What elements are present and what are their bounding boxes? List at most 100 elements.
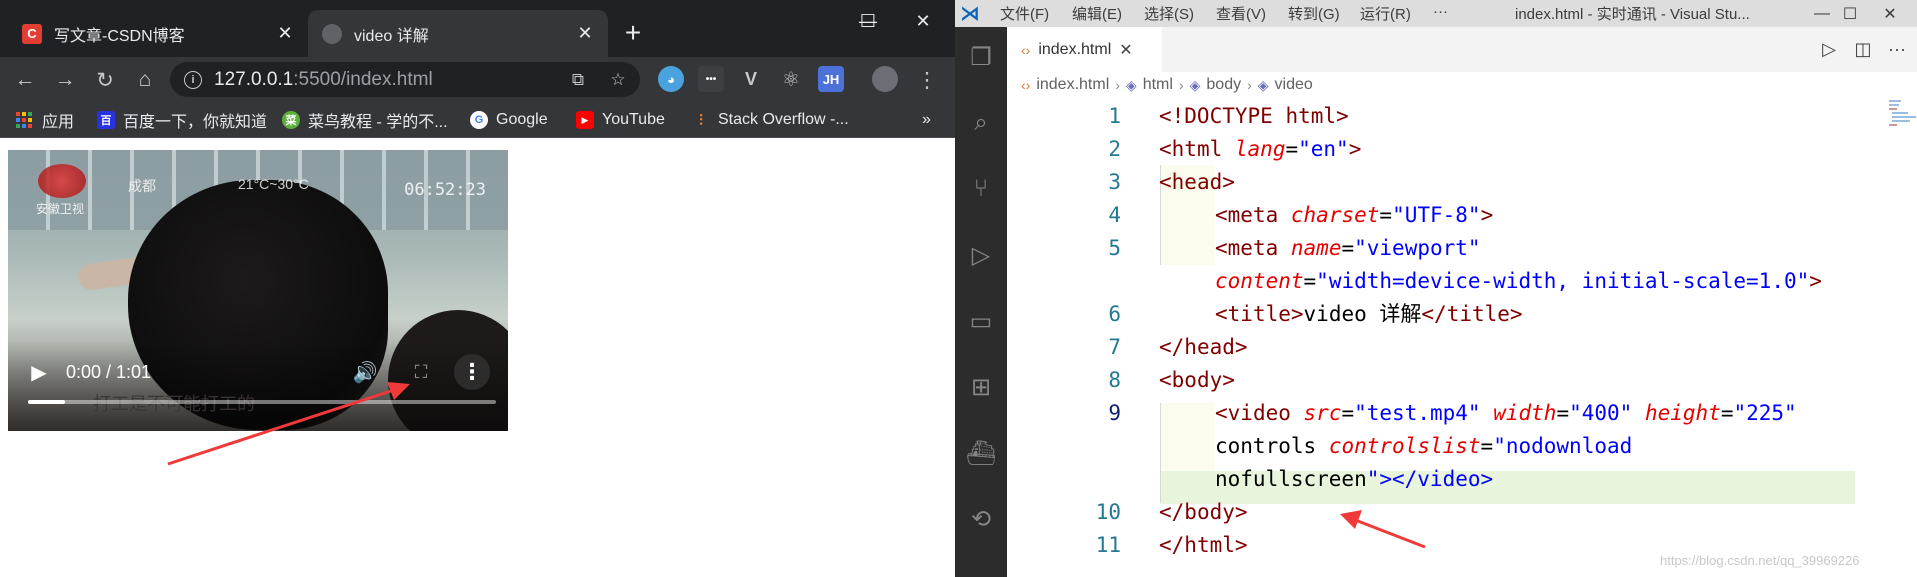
vscode-close-button[interactable]: ✕	[1875, 0, 1905, 27]
new-tab-button[interactable]: +	[618, 17, 648, 48]
bookmark-youtube[interactable]: ▶ YouTube	[576, 109, 665, 131]
search-icon[interactable]: ⌕	[965, 107, 997, 139]
bookmark-apps[interactable]: 应用	[16, 109, 74, 131]
code-text: controls controlslist="nodownload	[1215, 434, 1633, 458]
vue-devtools-icon[interactable]: V	[738, 66, 764, 92]
code-line: 5 <meta name="viewport"	[1007, 232, 1887, 265]
html-file-icon: ‹›	[1021, 41, 1031, 58]
breadcrumb-label: html	[1142, 76, 1173, 93]
breadcrumb-item-video[interactable]: › ◈ video	[1241, 76, 1313, 94]
colorful-ext-icon[interactable]: ◕	[658, 66, 684, 92]
line-number: 4	[1108, 203, 1121, 227]
element-cube-icon: ◈	[1125, 76, 1137, 93]
close-tab-icon[interactable]: ✕	[272, 21, 298, 47]
video-progress-bar[interactable]	[28, 400, 496, 404]
more-actions-icon[interactable]: ···	[1883, 35, 1911, 63]
chevron-right-icon: ›	[1178, 77, 1184, 93]
vscode-window: ⋊ 文件(F) 编辑(E) 选择(S) 查看(V) 转到(G) 运行(R) ··…	[955, 0, 1917, 577]
window-title: index.html - 实时通讯 - Visual Stu...	[1515, 6, 1750, 23]
live-share-icon[interactable]: ⟲	[965, 503, 997, 535]
vscode-minimize-button[interactable]: —	[1807, 0, 1837, 27]
site-info-icon[interactable]: i	[184, 70, 202, 89]
remote-explorer-icon[interactable]: ▭	[965, 305, 997, 337]
apps-icon	[16, 112, 32, 128]
menu-more[interactable]: ···	[1433, 3, 1448, 20]
tab-video[interactable]: video 详解 ✕	[308, 10, 608, 57]
code-line: nofullscreen"></video>	[1007, 463, 1887, 496]
vscode-maximize-button[interactable]: ☐	[1835, 0, 1865, 27]
run-debug-icon[interactable]: ▷	[965, 239, 997, 271]
reload-icon[interactable]: ↻	[90, 65, 120, 95]
menu-view[interactable]: 查看(V)	[1216, 3, 1266, 24]
tab-strip: C 写文章-CSDN博客 ✕ video 详解 ✕ + —	[0, 0, 955, 57]
url-text: 127.0.0.1:5500/index.html	[214, 68, 433, 90]
video-player[interactable]: 安徽卫视 成都 21°C~30°C 06:52:23 打工是不可能打工的 ▶ 0…	[8, 150, 508, 431]
html-file-icon: ‹›	[1021, 77, 1031, 93]
docker-icon[interactable]: ⛴	[965, 437, 997, 469]
explorer-icon[interactable]: ❐	[965, 41, 997, 73]
editor-tab-label: index.html	[1038, 40, 1112, 58]
bookmark-label: Google	[496, 111, 548, 128]
play-icon[interactable]: ▶	[24, 357, 54, 387]
line-number: 9	[1108, 401, 1121, 425]
bookmark-google[interactable]: G Google	[470, 109, 548, 131]
code-text: <meta charset="UTF-8">	[1215, 203, 1494, 227]
video-temp-text: 21°C~30°C	[238, 176, 309, 192]
menu-goto[interactable]: 转到(G)	[1288, 3, 1340, 24]
close-editor-tab-icon[interactable]: ✕	[1119, 40, 1132, 60]
code-line: 10 </body>	[1007, 496, 1887, 529]
translate-icon[interactable]: ⧉	[566, 68, 590, 92]
code-editor[interactable]: 1 <!DOCTYPE html> 2 <html lang="en"> 3 <head>…	[1007, 98, 1887, 577]
line-number: 8	[1108, 368, 1121, 392]
code-line: 8 <body>	[1007, 364, 1887, 397]
volume-icon[interactable]: 🔊	[348, 357, 382, 387]
dots-ext-icon[interactable]: •••	[698, 66, 724, 92]
close-tab-icon[interactable]: ✕	[572, 21, 598, 47]
more-options-icon[interactable]: ⋮	[454, 354, 490, 390]
jh-ext-icon[interactable]: JH	[818, 66, 844, 92]
bookmark-label: 菜鸟教程 - 学的不...	[308, 114, 448, 131]
video-timestamp: 06:52:23	[404, 180, 486, 200]
forward-arrow-icon[interactable]: →	[50, 65, 80, 95]
home-icon[interactable]: ⌂	[130, 65, 160, 95]
chevron-right-icon: ›	[1247, 77, 1252, 93]
source-control-icon[interactable]: ⑂	[965, 173, 997, 205]
profile-avatar[interactable]	[872, 66, 898, 92]
menu-edit[interactable]: 编辑(E)	[1072, 3, 1122, 24]
maximize-button[interactable]: ☐	[848, 6, 888, 36]
breadcrumb-item-body[interactable]: › ◈ body	[1173, 76, 1241, 94]
minimap[interactable]	[1887, 98, 1917, 577]
menu-run[interactable]: 运行(R)	[1360, 3, 1411, 24]
bookmark-runoob[interactable]: 菜 菜鸟教程 - 学的不...	[282, 109, 448, 131]
code-text: <title>video 详解</title>	[1215, 302, 1523, 326]
address-bar[interactable]: i 127.0.0.1:5500/index.html ⧉ ☆	[170, 62, 640, 97]
video-location-text: 成都	[128, 178, 156, 194]
menu-file[interactable]: 文件(F)	[1000, 3, 1049, 24]
menu-kebab-icon[interactable]: ⋮	[912, 65, 942, 95]
bookmark-baidu[interactable]: 百 百度一下，你就知道	[97, 109, 267, 131]
line-number: 7	[1108, 335, 1121, 359]
editor-tabs: ‹› index.html ✕ ▷ ◫ ···	[1007, 27, 1917, 72]
menu-selection[interactable]: 选择(S)	[1144, 3, 1194, 24]
breadcrumb-item-file[interactable]: ‹› index.html	[1021, 76, 1109, 94]
breadcrumb-label: index.html	[1036, 76, 1110, 93]
bookmark-star-icon[interactable]: ☆	[606, 68, 630, 92]
bookmark-label: Stack Overflow -...	[718, 111, 849, 128]
react-devtools-icon[interactable]: ⚛	[778, 66, 804, 92]
extensions-icon[interactable]: ⊞	[965, 371, 997, 403]
back-arrow-icon[interactable]: ←	[10, 65, 40, 95]
editor-tab-index-html[interactable]: ‹› index.html ✕	[1007, 27, 1162, 72]
window-close-button[interactable]: ✕	[903, 6, 943, 36]
page-viewport: 安徽卫视 成都 21°C~30°C 06:52:23 打工是不可能打工的 ▶ 0…	[0, 138, 955, 577]
tab-csdn[interactable]: C 写文章-CSDN博客 ✕	[8, 10, 308, 57]
code-text: nofullscreen"></video>	[1215, 467, 1494, 491]
split-editor-icon[interactable]: ◫	[1849, 35, 1877, 63]
bookmark-stackoverflow[interactable]: ⫶ Stack Overflow -...	[692, 109, 849, 131]
csdn-favicon-icon: C	[22, 23, 42, 44]
breadcrumb-item-html[interactable]: › ◈ html	[1109, 76, 1173, 94]
line-number: 5	[1108, 236, 1121, 260]
run-preview-icon[interactable]: ▷	[1815, 35, 1843, 63]
bookmarks-overflow-button[interactable]: »	[922, 109, 931, 131]
code-line: 7 </head>	[1007, 331, 1887, 364]
vscode-titlebar: ⋊ 文件(F) 编辑(E) 选择(S) 查看(V) 转到(G) 运行(R) ··…	[955, 0, 1917, 27]
